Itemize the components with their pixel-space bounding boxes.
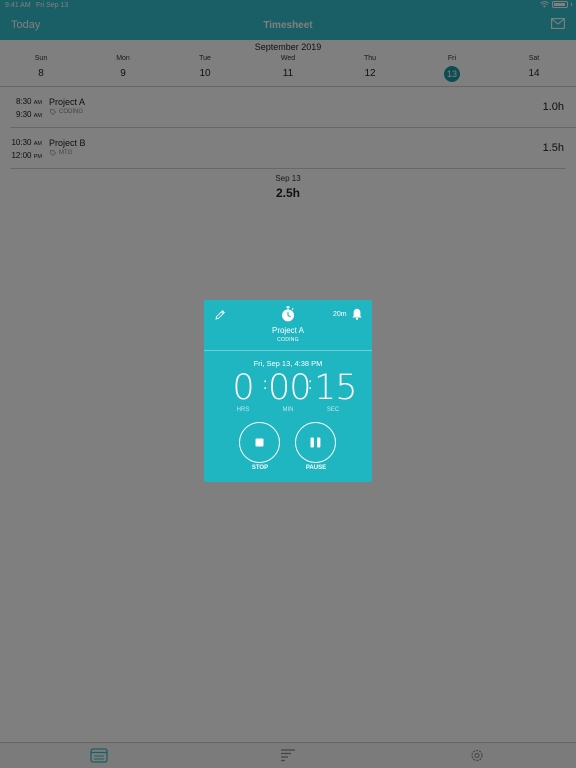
stop-label: STOP (251, 465, 269, 471)
bell-icon[interactable] (352, 308, 362, 320)
pause-label: PAUSE (305, 465, 327, 471)
colon-separator: : (308, 376, 313, 393)
timer-minutes: 00 (268, 368, 312, 408)
timer-card-header: 20m Project A CODING (204, 300, 372, 351)
timer-seconds: 15 (314, 368, 358, 408)
timer-clock: 0 : 00 : 15 (204, 368, 372, 408)
timer-tag: CODING (277, 337, 299, 343)
timesheet-screen: 9:41 AM Fri Sep 13 Today Timesheet Septe… (0, 0, 576, 768)
timer-card: 20m Project A CODING Fri, Sep 13, 4:38 P… (204, 300, 372, 482)
minutes-unit: MIN (282, 407, 294, 413)
stop-button[interactable] (239, 422, 280, 463)
stop-icon (255, 438, 263, 446)
seconds-unit: SEC (326, 407, 340, 413)
timer-start-datetime: Fri, Sep 13, 4:38 PM (253, 359, 323, 368)
colon-separator: : (263, 376, 268, 393)
pause-button[interactable] (295, 422, 336, 463)
pencil-icon[interactable] (214, 309, 226, 321)
hours-unit: HRS (236, 407, 250, 413)
stopwatch-icon (282, 306, 294, 322)
timer-hours: 0 (232, 368, 254, 408)
pause-icon (310, 437, 320, 447)
reminder-duration: 20m (333, 311, 347, 318)
timer-project: Project A (271, 326, 304, 335)
